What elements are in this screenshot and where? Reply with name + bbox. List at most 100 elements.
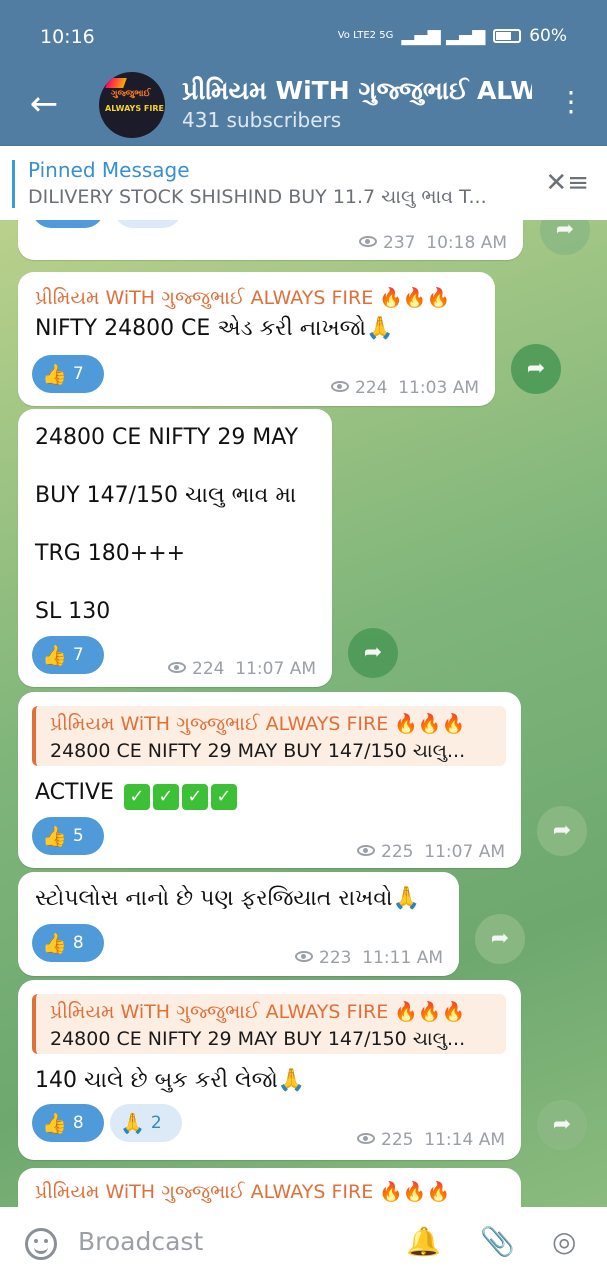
share-icon[interactable]: ➦ xyxy=(348,628,398,678)
view-count: 225 xyxy=(381,1130,414,1150)
message-time: 11:03 AM xyxy=(398,378,479,398)
eye-icon xyxy=(357,1133,376,1144)
message-text: ACTIVE ✓ ✓ ✓ ✓ xyxy=(35,780,237,810)
message-text: NIFTY 24800 CE એડ કરી નાખજો🙏 xyxy=(35,316,394,341)
logo-mark xyxy=(105,78,127,88)
thumbs-up-icon: 👍 xyxy=(42,931,67,955)
eye-icon xyxy=(331,381,350,392)
message-time: 11:07 AM xyxy=(424,842,505,862)
check-mark-icon: ✓ xyxy=(152,784,179,810)
message-bubble[interactable]: પ્રીમિયમ WiTH ગુજ્જુભાઈ ALWAYS FIRE 🔥🔥🔥 … xyxy=(18,692,521,868)
channel-header: ← ગુજ્જુભાઈ ALWAYS FIRE પ્રીમિયમ WiTH ગુ… xyxy=(0,72,607,146)
broadcast-input[interactable]: Broadcast xyxy=(78,1227,203,1256)
reaction-pray[interactable]: 🙏 1 xyxy=(114,220,182,228)
message-bubble[interactable]: 👍 6 🙏 1 237 10:18 AM xyxy=(18,220,523,260)
reaction-count: 8 xyxy=(72,933,84,953)
reaction-thumbs-up[interactable]: 👍 7 xyxy=(32,355,104,393)
message-bubble[interactable]: સ્ટોપલોસ નાનો છે પણ ફરજિયાત રાખવો🙏 👍 8 2… xyxy=(18,872,459,976)
share-icon[interactable]: ➦ xyxy=(540,220,590,255)
message-meta: 223 11:11 AM xyxy=(295,948,443,968)
paperclip-icon[interactable]: 📎 xyxy=(480,1225,515,1258)
more-vertical-icon[interactable]: ⋮ xyxy=(557,84,585,120)
share-icon[interactable]: ➦ xyxy=(511,344,561,394)
message-time: 10:18 AM xyxy=(426,233,507,253)
message-meta: 237 10:18 AM xyxy=(359,233,507,253)
reaction-count: 7 xyxy=(72,364,84,384)
back-arrow-icon[interactable]: ← xyxy=(24,84,64,124)
reply-text: 24800 CE NIFTY 29 MAY BUY 147/150 ચાલુ..… xyxy=(50,1028,466,1050)
camera-icon[interactable]: ◎ xyxy=(552,1225,576,1258)
check-mark-icon: ✓ xyxy=(123,784,150,810)
reaction-thumbs-up[interactable]: 👍 6 xyxy=(32,220,104,228)
thumbs-up-icon: 👍 xyxy=(42,824,67,848)
reaction-thumbs-up[interactable]: 👍 7 xyxy=(32,636,104,674)
pinned-message-bar[interactable]: Pinned Message DILIVERY STOCK SHISHIND B… xyxy=(0,146,607,220)
eye-icon xyxy=(359,236,378,247)
message-time: 11:11 AM xyxy=(362,948,443,968)
share-icon[interactable]: ➦ xyxy=(475,914,525,964)
message-meta: 224 11:03 AM xyxy=(331,378,479,398)
view-count: 224 xyxy=(192,659,225,679)
thumbs-up-icon: 👍 xyxy=(42,643,67,667)
message-bubble[interactable]: પ્રીમિયમ WiTH ગુજ્જુભાઈ ALWAYS FIRE 🔥🔥🔥 xyxy=(18,1168,521,1207)
channel-title[interactable]: પ્રીમિયમ WiTH ગુજ્જુભાઈ ALWAYS FIRE xyxy=(182,76,532,106)
message-meta: 224 11:07 AM xyxy=(168,659,316,679)
view-count: 224 xyxy=(355,378,388,398)
message-line: BUY 147/150 ચાલુ ભાવ મા xyxy=(35,483,297,508)
message-sender: પ્રીમિયમ WiTH ગુજ્જુભાઈ ALWAYS FIRE 🔥🔥🔥 xyxy=(35,287,451,309)
reaction-count: 7 xyxy=(72,645,84,665)
status-right: Vo LTE2 5G ▂▄▆ ▂▄▆ 60% xyxy=(338,26,567,46)
pray-icon: 🙏 xyxy=(124,220,149,221)
reaction-thumbs-up[interactable]: 👍 5 xyxy=(32,817,104,855)
unpin-icon[interactable]: ✕≡ xyxy=(545,168,589,198)
subscriber-count: 431 subscribers xyxy=(182,108,342,132)
status-time: 10:16 xyxy=(40,26,95,48)
reply-text: 24800 CE NIFTY 29 MAY BUY 147/150 ચાલુ..… xyxy=(50,740,466,762)
reply-preview[interactable]: પ્રીમિયમ WiTH ગુજ્જુભાઈ ALWAYS FIRE 🔥🔥🔥 … xyxy=(32,994,506,1054)
check-mark-icon: ✓ xyxy=(181,784,208,810)
pinned-label: Pinned Message xyxy=(28,158,190,182)
view-count: 237 xyxy=(383,233,416,253)
reaction-thumbs-up[interactable]: 👍 8 xyxy=(32,924,104,962)
message-sender: પ્રીમિયમ WiTH ગુજ્જુભાઈ ALWAYS FIRE 🔥🔥🔥 xyxy=(35,1181,451,1203)
reply-preview[interactable]: પ્રીમિયમ WiTH ગુજ્જુભાઈ ALWAYS FIRE 🔥🔥🔥 … xyxy=(32,706,506,766)
reaction-pray[interactable]: 🙏 2 xyxy=(110,1104,182,1142)
avatar-text-top: ગુજ્જુભાઈ xyxy=(111,89,151,99)
eye-icon xyxy=(295,951,314,962)
message-bubble[interactable]: પ્રીમિયમ WiTH ગુજ્જુભાઈ ALWAYS FIRE 🔥🔥🔥 … xyxy=(18,980,521,1160)
check-mark-icon: ✓ xyxy=(210,784,237,810)
eye-icon xyxy=(357,845,376,856)
message-meta: 225 11:07 AM xyxy=(357,842,505,862)
thumbs-up-icon: 👍 xyxy=(42,220,67,221)
channel-avatar[interactable]: ગુજ્જુભાઈ ALWAYS FIRE xyxy=(99,72,165,138)
message-time: 11:14 AM xyxy=(424,1130,505,1150)
view-count: 225 xyxy=(381,842,414,862)
composer-bar: Broadcast 🔔 📎 ◎ xyxy=(0,1207,607,1280)
message-line: 24800 CE NIFTY 29 MAY xyxy=(35,425,299,450)
reply-sender: પ્રીમિયમ WiTH ગુજ્જુભાઈ ALWAYS FIRE 🔥🔥🔥 xyxy=(50,713,466,735)
battery-icon xyxy=(493,29,522,43)
view-count: 223 xyxy=(319,948,352,968)
reaction-count: 5 xyxy=(72,826,84,846)
message-text: 140 ચાલે છે બુક કરી લેજો🙏 xyxy=(35,1068,306,1093)
emoji-icon[interactable] xyxy=(25,1228,57,1260)
bell-icon[interactable]: 🔔 xyxy=(406,1225,441,1258)
share-icon[interactable]: ➦ xyxy=(537,1100,587,1150)
reaction-thumbs-up[interactable]: 👍 8 xyxy=(32,1104,104,1142)
message-meta: 225 11:14 AM xyxy=(357,1130,505,1150)
message-bubble[interactable]: 24800 CE NIFTY 29 MAY BUY 147/150 ચાલુ ભ… xyxy=(18,409,332,687)
eye-icon xyxy=(168,662,187,673)
pinned-indicator xyxy=(12,160,15,208)
reaction-count: 8 xyxy=(72,1113,84,1133)
pray-icon: 🙏 xyxy=(120,1111,145,1135)
chat-area[interactable]: 👍 6 🙏 1 237 10:18 AM ➦ પ્રીમિયમ WiTH ગુજ… xyxy=(0,220,607,1207)
message-text-main: ACTIVE xyxy=(35,780,114,805)
battery-level: 60% xyxy=(529,26,567,46)
message-text: સ્ટોપલોસ નાનો છે પણ ફરજિયાત રાખવો🙏 xyxy=(35,886,420,911)
message-line: TRG 180+++ xyxy=(35,541,186,566)
message-bubble[interactable]: પ્રીમિયમ WiTH ગુજ્જુભાઈ ALWAYS FIRE 🔥🔥🔥 … xyxy=(18,272,495,406)
app-header: 10:16 Vo LTE2 5G ▂▄▆ ▂▄▆ 60% ← ગુજ્જુભાઈ… xyxy=(0,0,607,146)
signal-icon: ▂▄▆ ▂▄▆ xyxy=(401,26,486,46)
message-line: SL 130 xyxy=(35,599,111,624)
share-icon[interactable]: ➦ xyxy=(537,806,587,856)
